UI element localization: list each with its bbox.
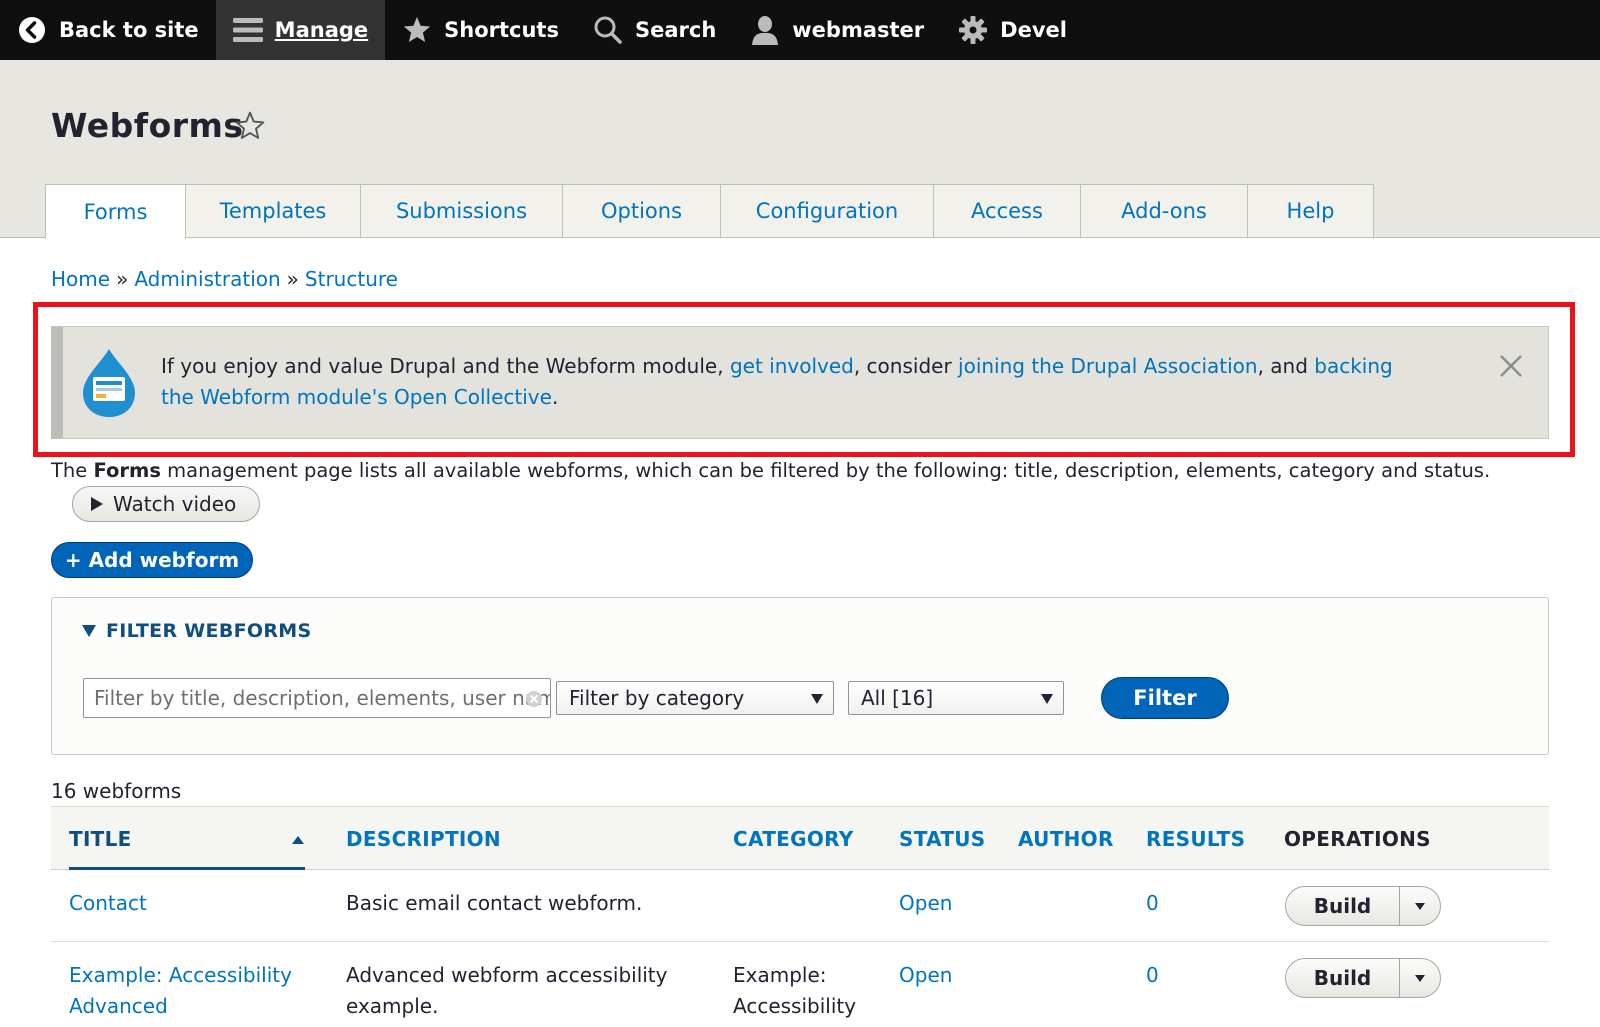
page-header: Webforms Forms Templates Submissions Opt…	[0, 60, 1600, 239]
category-select-value: Filter by category	[569, 686, 745, 710]
status-select-value: All [16]	[861, 686, 934, 710]
clear-icon[interactable]	[524, 689, 544, 709]
operations-dropbutton: Build	[1285, 958, 1441, 998]
watch-video-button[interactable]: Watch video	[72, 486, 260, 522]
description-text: The	[51, 459, 94, 482]
caret-down-icon	[1041, 694, 1053, 704]
devel-label: Devel	[1000, 18, 1067, 42]
filter-legend-toggle[interactable]: FILTER WEBFORMS	[82, 620, 311, 642]
webform-results-link[interactable]: 0	[1146, 888, 1159, 919]
breadcrumb-structure[interactable]: Structure	[305, 267, 398, 291]
tab-submissions[interactable]: Submissions	[361, 184, 563, 238]
filter-button[interactable]: Filter	[1101, 677, 1229, 719]
star-icon	[402, 15, 432, 45]
page-description: The Forms management page lists all avai…	[51, 459, 1490, 482]
search-menu[interactable]: Search	[576, 0, 733, 60]
build-button[interactable]: Build	[1286, 959, 1400, 997]
manage-menu[interactable]: Manage	[215, 0, 386, 60]
manage-label: Manage	[274, 18, 369, 42]
webform-results-link[interactable]: 0	[1146, 960, 1159, 991]
shortcuts-menu[interactable]: Shortcuts	[385, 0, 576, 60]
search-label: Search	[634, 18, 717, 42]
header-author[interactable]: AUTHOR	[1018, 827, 1114, 851]
tab-add-ons[interactable]: Add-ons	[1081, 184, 1248, 238]
description-bold: Forms	[93, 459, 161, 482]
user-icon	[750, 15, 780, 45]
primary-tabs: Forms Templates Submissions Options Conf…	[45, 184, 1374, 239]
tab-forms[interactable]: Forms	[45, 184, 186, 239]
webforms-table: TITLE DESCRIPTION CATEGORY STATUS AUTHOR…	[51, 806, 1549, 1027]
page-title: Webforms	[51, 106, 244, 145]
header-category[interactable]: CATEGORY	[733, 827, 854, 851]
highlight-box	[33, 302, 1575, 457]
hamburger-icon	[232, 15, 263, 45]
caret-down-icon	[1415, 902, 1425, 910]
operations-toggle[interactable]	[1400, 887, 1440, 925]
back-to-site-label: Back to site	[59, 18, 199, 42]
devel-menu[interactable]: Devel	[941, 0, 1084, 60]
star-outline-icon[interactable]	[234, 110, 266, 142]
watch-video-label: Watch video	[113, 492, 237, 516]
table-header: TITLE DESCRIPTION CATEGORY STATUS AUTHOR…	[51, 806, 1549, 870]
tab-help[interactable]: Help	[1248, 184, 1374, 238]
filter-search-input[interactable]: Filter by title, description, elements, …	[83, 678, 551, 718]
breadcrumb-separator: »	[116, 267, 129, 291]
breadcrumb: Home» Administration» Structure	[51, 267, 398, 291]
webform-description: Basic email contact webform.	[346, 891, 643, 915]
add-webform-button[interactable]: + Add webform	[51, 542, 253, 578]
table-row: Contact Basic email contact webform. Ope…	[51, 870, 1549, 942]
caret-down-icon	[1415, 974, 1425, 982]
header-status[interactable]: STATUS	[899, 827, 986, 851]
admin-toolbar: Back to site Manage Shortcuts Search web…	[0, 0, 1600, 60]
breadcrumb-administration[interactable]: Administration	[134, 267, 280, 291]
user-menu[interactable]: webmaster	[733, 0, 941, 60]
webform-status-link[interactable]: Open	[899, 960, 952, 991]
operations-toggle[interactable]	[1400, 959, 1440, 997]
header-description[interactable]: DESCRIPTION	[346, 827, 501, 851]
webform-count: 16 webforms	[51, 779, 182, 803]
webform-status-link[interactable]: Open	[899, 888, 952, 919]
header-title[interactable]: TITLE	[69, 827, 132, 851]
breadcrumb-separator: »	[286, 267, 299, 291]
gear-icon	[958, 15, 988, 45]
webform-category: Example: Accessibility	[733, 963, 857, 1018]
operations-dropbutton: Build	[1285, 886, 1441, 926]
search-icon	[593, 15, 623, 45]
tab-configuration[interactable]: Configuration	[721, 184, 934, 238]
tab-templates[interactable]: Templates	[186, 184, 361, 238]
header-operations: OPERATIONS	[1284, 827, 1431, 851]
back-to-site-link[interactable]: Back to site	[0, 0, 216, 60]
triangle-down-icon	[82, 625, 96, 637]
play-icon	[91, 497, 103, 511]
build-button[interactable]: Build	[1286, 887, 1400, 925]
table-row: Example: Accessibility Advanced Advanced…	[51, 942, 1549, 1027]
breadcrumb-home[interactable]: Home	[51, 267, 110, 291]
shortcuts-label: Shortcuts	[444, 18, 559, 42]
status-select[interactable]: All [16]	[848, 681, 1064, 715]
header-results[interactable]: RESULTS	[1146, 827, 1245, 851]
description-text: management page lists all available webf…	[160, 459, 1491, 482]
filter-search-placeholder: Filter by title, description, elements, …	[94, 686, 550, 710]
tab-access[interactable]: Access	[934, 184, 1081, 238]
category-select[interactable]: Filter by category	[556, 681, 834, 715]
filter-legend-label: FILTER WEBFORMS	[106, 620, 312, 642]
filter-webforms-fieldset: FILTER WEBFORMS Filter by title, descrip…	[51, 597, 1549, 755]
webform-description: Advanced webform accessibility example.	[346, 963, 668, 1018]
webform-title-link[interactable]: Contact	[69, 888, 147, 919]
user-label: webmaster	[792, 18, 925, 42]
webform-title-link[interactable]: Example: Accessibility Advanced	[69, 960, 309, 1022]
tab-options[interactable]: Options	[563, 184, 721, 238]
sort-ascending-icon	[292, 836, 304, 844]
back-arrow-icon	[17, 15, 47, 45]
caret-down-icon	[811, 694, 823, 704]
